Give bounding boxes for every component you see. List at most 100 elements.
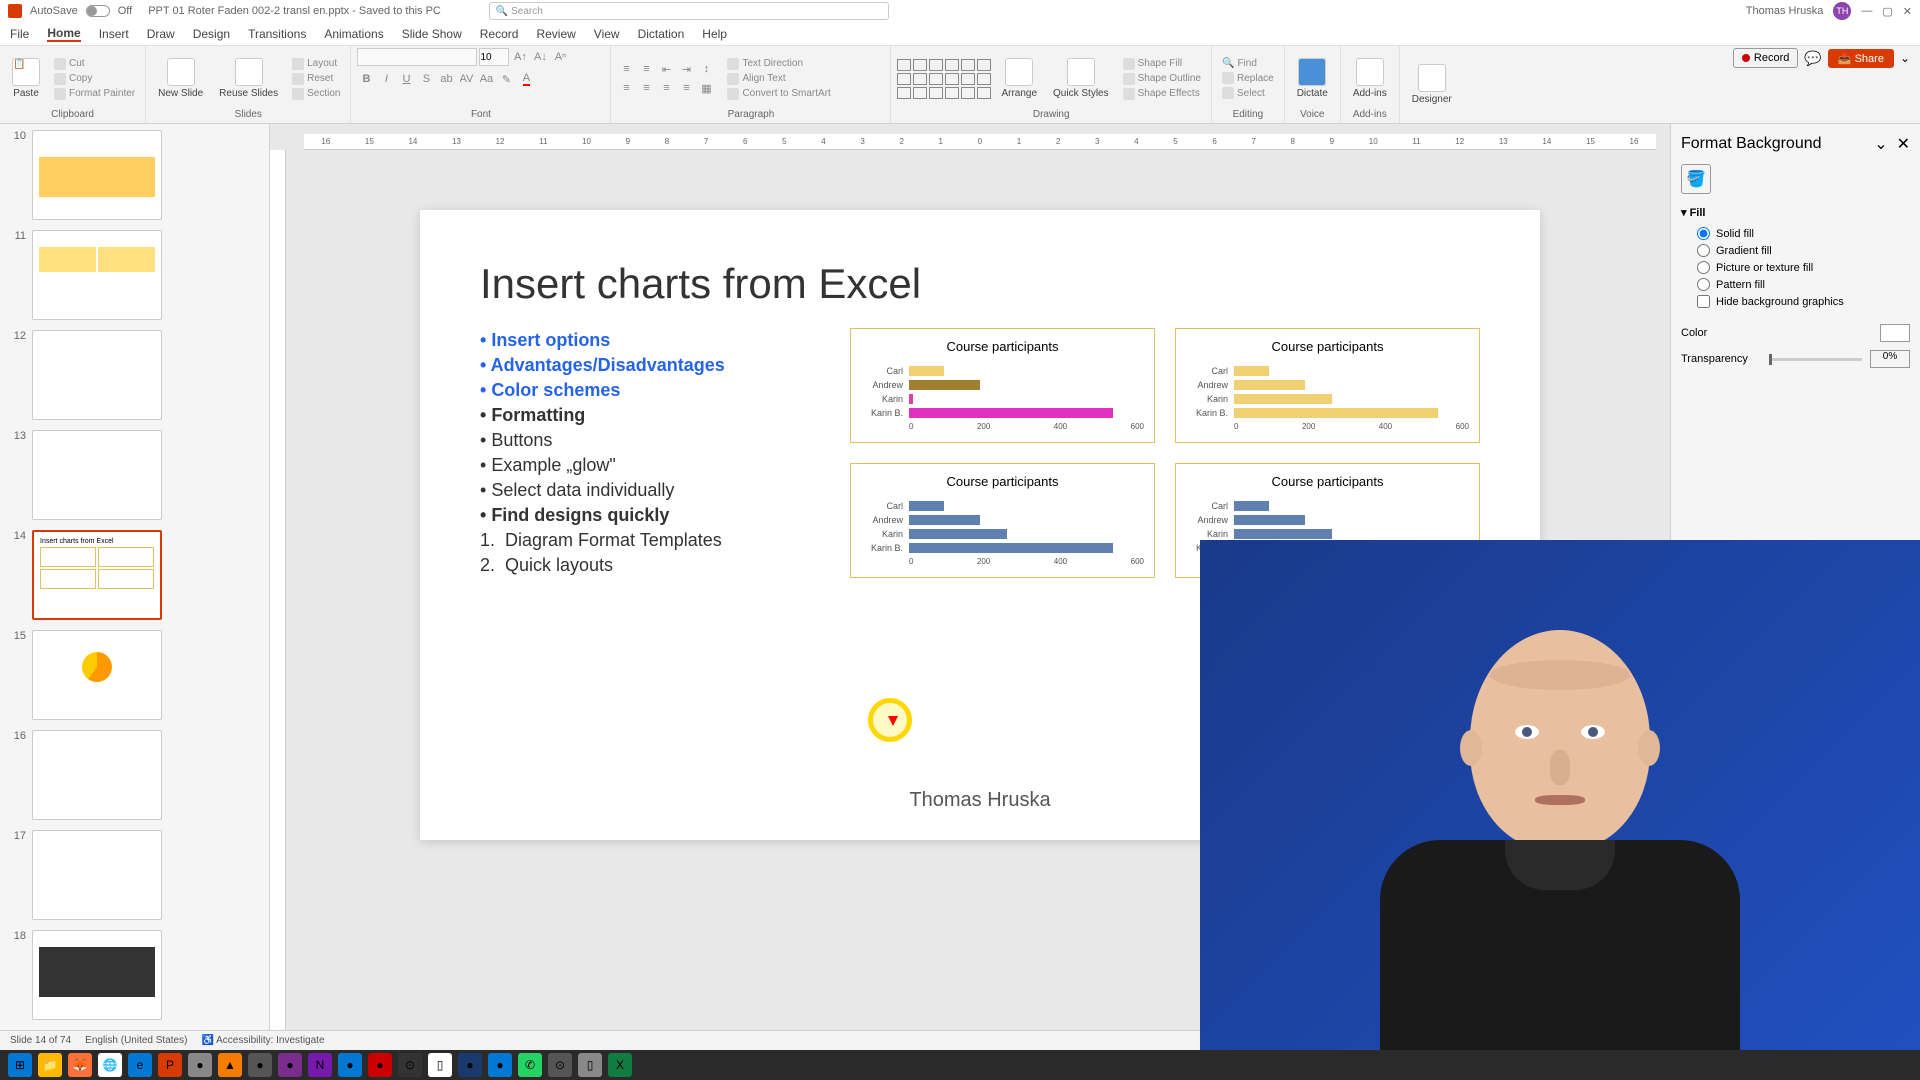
paste-button[interactable]: 📋Paste (6, 56, 46, 101)
reset-button[interactable]: Reset (288, 72, 344, 86)
slide-thumbnail[interactable] (32, 830, 162, 920)
fill-tab-icon[interactable]: 🪣 (1681, 164, 1711, 194)
search-box[interactable]: 🔍 Search (489, 2, 889, 20)
decrease-font-icon[interactable]: A↓ (531, 48, 549, 66)
slide-thumbnail[interactable] (32, 430, 162, 520)
tab-slide-show[interactable]: Slide Show (402, 27, 462, 41)
tab-design[interactable]: Design (193, 27, 230, 41)
app-icon[interactable]: ● (488, 1053, 512, 1077)
color-picker[interactable] (1880, 324, 1910, 342)
app-icon[interactable]: ● (278, 1053, 302, 1077)
outdent-button[interactable]: ⇤ (657, 60, 675, 78)
tab-transitions[interactable]: Transitions (248, 27, 306, 41)
highlight-button[interactable]: ✎ (497, 70, 515, 88)
comments-icon[interactable]: 💬 (1804, 50, 1821, 67)
align-right-button[interactable]: ≡ (657, 79, 675, 97)
panel-expand-icon[interactable]: ⌄ (1874, 136, 1887, 153)
picture-fill-radio[interactable] (1697, 261, 1710, 274)
tab-view[interactable]: View (594, 27, 620, 41)
shape-effects-button[interactable]: Shape Effects (1119, 87, 1205, 101)
language[interactable]: English (United States) (85, 1035, 187, 1046)
increase-font-icon[interactable]: A↑ (511, 48, 529, 66)
tab-help[interactable]: Help (702, 27, 727, 41)
slide-thumbnail[interactable] (32, 730, 162, 820)
autosave-toggle[interactable] (86, 5, 110, 17)
tab-home[interactable]: Home (47, 26, 80, 42)
slide-thumbnail[interactable] (32, 930, 162, 1020)
tab-animations[interactable]: Animations (324, 27, 383, 41)
slide-thumbnail[interactable] (32, 630, 162, 720)
gradient-fill-radio[interactable] (1697, 244, 1710, 257)
align-center-button[interactable]: ≡ (637, 79, 655, 97)
addins-button[interactable]: Add-ins (1347, 56, 1393, 101)
columns-button[interactable]: ▦ (697, 79, 715, 97)
linespacing-button[interactable]: ↕ (697, 60, 715, 78)
whatsapp-icon[interactable]: ✆ (518, 1053, 542, 1077)
accessibility[interactable]: ♿ Accessibility: Investigate (201, 1035, 324, 1046)
clear-format-icon[interactable]: Aⁿ (551, 48, 569, 66)
shadow-button[interactable]: ab (437, 70, 455, 88)
pattern-fill-radio[interactable] (1697, 278, 1710, 291)
app-icon[interactable]: ▯ (578, 1053, 602, 1077)
firefox-icon[interactable]: 🦊 (68, 1053, 92, 1077)
window-max-icon[interactable]: ▢ (1882, 5, 1892, 18)
start-icon[interactable]: ⊞ (8, 1053, 32, 1077)
shapes-gallery[interactable] (897, 59, 991, 99)
slide-counter[interactable]: Slide 14 of 74 (10, 1035, 71, 1046)
tab-record[interactable]: Record (480, 27, 519, 41)
slide-thumbnail[interactable] (32, 130, 162, 220)
bold-button[interactable]: B (357, 70, 375, 88)
tab-draw[interactable]: Draw (147, 27, 175, 41)
panel-section[interactable]: Fill (1681, 206, 1910, 219)
numbering-button[interactable]: ≡ (637, 60, 655, 78)
window-min-icon[interactable]: — (1861, 5, 1872, 17)
indent-button[interactable]: ⇥ (677, 60, 695, 78)
app-icon[interactable]: ● (458, 1053, 482, 1077)
replace-button[interactable]: Replace (1218, 71, 1278, 85)
app-icon[interactable]: ● (338, 1053, 362, 1077)
case-button[interactable]: Aa (477, 70, 495, 88)
select-button[interactable]: Select (1218, 86, 1278, 100)
smartart-button[interactable]: Convert to SmartArt (723, 87, 834, 101)
bullets-button[interactable]: ≡ (617, 60, 635, 78)
tab-dictation[interactable]: Dictation (638, 27, 685, 41)
overflow-icon[interactable]: ⌄ (1900, 51, 1910, 65)
slide-thumbnail[interactable] (32, 230, 162, 320)
onenote-icon[interactable]: N (308, 1053, 332, 1077)
quick-styles-button[interactable]: Quick Styles (1047, 56, 1115, 101)
explorer-icon[interactable]: 📁 (38, 1053, 62, 1077)
transparency-value[interactable]: 0% (1870, 350, 1910, 368)
obs-icon[interactable]: ⊙ (398, 1053, 422, 1077)
tab-review[interactable]: Review (536, 27, 575, 41)
app-icon[interactable]: ● (368, 1053, 392, 1077)
chart[interactable]: Course participantsCarlAndrewKarinKarin … (1175, 328, 1480, 443)
edge-icon[interactable]: e (128, 1053, 152, 1077)
excel-icon[interactable]: X (608, 1053, 632, 1077)
shape-fill-button[interactable]: Shape Fill (1119, 57, 1205, 71)
app-icon[interactable]: ▯ (428, 1053, 452, 1077)
solid-fill-radio[interactable] (1697, 227, 1710, 240)
app-icon[interactable]: ● (248, 1053, 272, 1077)
font-family-input[interactable] (357, 48, 477, 66)
transparency-slider[interactable] (1769, 358, 1862, 361)
hide-bg-checkbox[interactable] (1697, 295, 1710, 308)
cut-button[interactable]: Cut (50, 57, 139, 71)
font-color-button[interactable]: A (517, 70, 535, 88)
avatar[interactable]: TH (1833, 2, 1851, 20)
slide-thumbnail[interactable] (32, 330, 162, 420)
align-text-button[interactable]: Align Text (723, 72, 834, 86)
dictate-button[interactable]: Dictate (1291, 56, 1334, 101)
align-left-button[interactable]: ≡ (617, 79, 635, 97)
share-button[interactable]: 📤 Share (1828, 49, 1894, 68)
chart[interactable]: Course participantsCarlAndrewKarinKarin … (850, 328, 1155, 443)
vlc-icon[interactable]: ▲ (218, 1053, 242, 1077)
designer-button[interactable]: Designer (1406, 62, 1458, 107)
record-button[interactable]: Record (1733, 48, 1798, 68)
arrange-button[interactable]: Arrange (995, 56, 1043, 101)
find-button[interactable]: 🔍Find (1218, 57, 1278, 70)
format-painter-button[interactable]: Format Painter (50, 87, 139, 101)
justify-button[interactable]: ≡ (677, 79, 695, 97)
italic-button[interactable]: I (377, 70, 395, 88)
section-button[interactable]: Section (288, 87, 344, 101)
slide-thumbnail[interactable]: Insert charts from Excel (32, 530, 162, 620)
